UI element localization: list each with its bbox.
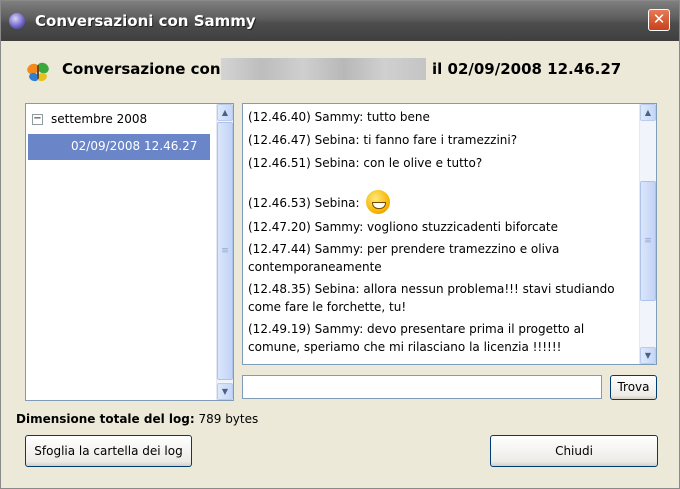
chat-message: (12.46.53) Sebina: (248, 190, 633, 214)
msn-butterfly-icon (27, 62, 49, 82)
browse-log-folder-button[interactable]: Sfoglia la cartella dei log (25, 435, 192, 467)
tree-scrollbar[interactable]: ▲ ≡ ▼ (216, 104, 233, 400)
conversation-label: Conversazione con (62, 60, 221, 78)
chat-message: (12.47.44) Sammy: per prendere tramezzin… (248, 242, 560, 274)
chat-log: (12.46.40) Sammy: tutto bene (12.46.47) … (242, 103, 657, 365)
scroll-down-icon[interactable]: ▼ (217, 383, 233, 400)
chat-message: (12.48.35) Sebina: allora nessun problem… (248, 282, 615, 314)
search-input[interactable] (242, 375, 602, 399)
collapse-icon[interactable]: − (32, 114, 43, 125)
chat-message: (12.46.47) Sebina: ti fanno fare i trame… (248, 133, 518, 147)
title-bar[interactable]: Conversazioni con Sammy ✕ (1, 1, 679, 41)
scrollbar-thumb[interactable]: ≡ (640, 181, 656, 301)
log-size-label: Dimensione totale del log: (16, 412, 195, 426)
tree-item-conversation[interactable]: 02/09/2008 12.46.27 (28, 134, 210, 160)
scroll-up-icon[interactable]: ▲ (217, 104, 233, 121)
chat-message: (12.46.40) Sammy: tutto bene (248, 110, 430, 124)
scrollbar-thumb[interactable]: ≡ (217, 122, 233, 380)
tree-group-label: settembre 2008 (51, 112, 148, 126)
conversation-date: il 02/09/2008 12.46.27 (432, 60, 622, 78)
redacted-contact-name (221, 58, 426, 80)
scroll-up-icon[interactable]: ▲ (640, 104, 656, 121)
chat-message: (12.49.19) Sammy: devo presentare prima … (248, 322, 585, 354)
log-window: Conversazioni con Sammy ✕ Conversazione … (0, 0, 680, 489)
scroll-down-icon[interactable]: ▼ (640, 347, 656, 364)
log-size-value: 789 bytes (198, 412, 259, 426)
close-button[interactable]: Chiudi (490, 435, 658, 467)
chat-scrollbar[interactable]: ▲ ≡ ▼ (639, 104, 656, 364)
find-button[interactable]: Trova (610, 375, 657, 400)
chat-message: (12.47.20) Sammy: vogliono stuzzicadenti… (248, 220, 559, 234)
chat-message: (12.46.51) Sebina: con le olive e tutto? (248, 156, 483, 170)
chat-message-text: (12.46.53) Sebina: (248, 196, 360, 210)
messenger-app-icon (9, 13, 25, 29)
tree-group-month[interactable]: − settembre 2008 (32, 112, 147, 128)
grin-smiley-icon (365, 190, 390, 214)
log-size-info: Dimensione totale del log: 789 bytes (16, 412, 258, 426)
close-icon[interactable]: ✕ (648, 9, 670, 31)
conversation-tree: − settembre 2008 02/09/2008 12.46.27 ▲ ≡ … (25, 103, 234, 401)
window-title: Conversazioni con Sammy (35, 12, 256, 30)
